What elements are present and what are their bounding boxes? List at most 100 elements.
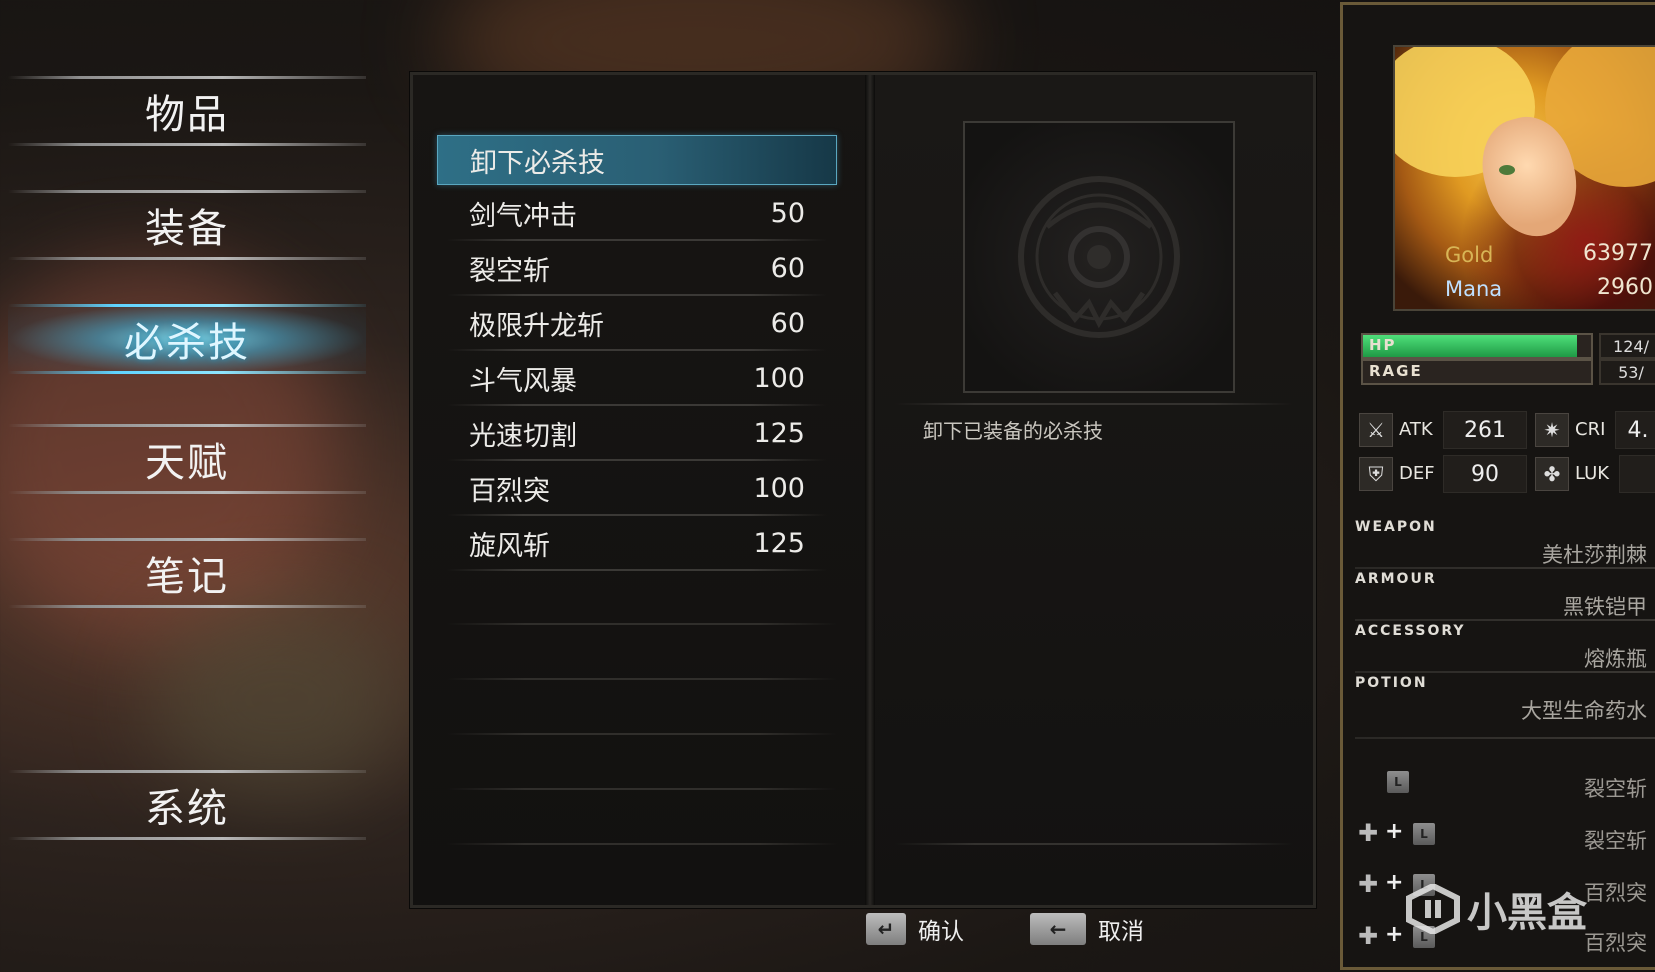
rage-bar: RAGE — [1361, 359, 1593, 385]
hp-label: HP — [1369, 336, 1397, 354]
skill-row[interactable]: 斗气风暴 100 — [437, 353, 837, 406]
skill-name: 极限升龙斩 — [469, 310, 604, 342]
potion-value[interactable]: 大型生命药水 — [1521, 695, 1647, 725]
combo-skill[interactable]: 裂空斩 — [1584, 825, 1647, 855]
crossed-swords-icon: ⚔ — [1359, 413, 1393, 447]
armour-label: ARMOUR — [1355, 571, 1437, 587]
menu-item-label: 必杀技 — [124, 320, 250, 366]
divider — [447, 843, 837, 845]
skill-row-unequip[interactable]: 卸下必杀技 — [437, 135, 837, 185]
skill-name: 剑气冲击 — [469, 200, 577, 232]
skill-row[interactable]: 光速切割 125 — [437, 408, 837, 461]
menu-item-label: 笔记 — [145, 554, 229, 600]
menu-item-label: 物品 — [145, 92, 229, 138]
skill-name: 光速切割 — [469, 420, 577, 452]
divider — [1355, 619, 1655, 621]
l-button-icon: L — [1387, 771, 1409, 793]
accessory-value[interactable]: 熔炼瓶 — [1584, 643, 1647, 673]
character-portrait: Gold 63977 Mana 2960 — [1393, 45, 1655, 311]
skill-name: 百烈突 — [469, 475, 550, 507]
armour-value[interactable]: 黑铁铠甲 — [1563, 591, 1647, 621]
watermark-logo-icon — [1406, 884, 1460, 934]
skill-name: 卸下必杀技 — [470, 147, 605, 179]
skill-name: 旋风斩 — [469, 530, 550, 562]
divider — [1355, 737, 1655, 739]
watermark-text: 小黑盒 — [1467, 890, 1587, 936]
dpad-icon: ✚ — [1357, 819, 1379, 847]
potion-label: POTION — [1355, 675, 1428, 691]
combo-skill[interactable]: 百烈突 — [1584, 877, 1647, 907]
combo-skill[interactable]: 百烈突 — [1584, 927, 1647, 957]
cancel-hint[interactable]: ← 取消 — [1030, 912, 1144, 946]
skill-row[interactable]: 极限升龙斩 60 — [437, 298, 837, 351]
gold-label: Gold — [1445, 243, 1494, 267]
character-panel: Gold 63977 Mana 2960 HP 124/ RAGE 53/ ⚔ … — [1340, 2, 1655, 970]
combo-skill[interactable]: 裂空斩 — [1584, 773, 1647, 803]
menu-item-notes[interactable]: 笔记 — [8, 538, 366, 608]
def-label: DEF — [1399, 463, 1435, 484]
plus-icon: + — [1385, 870, 1404, 895]
confirm-hint[interactable]: ↵ 确认 — [866, 912, 964, 946]
divider — [1355, 567, 1655, 569]
skill-row[interactable]: 剑气冲击 50 — [437, 188, 837, 241]
luk-label: LUK — [1575, 463, 1610, 484]
dpad-icon: ✚ — [1357, 922, 1379, 950]
accessory-label: ACCESSORY — [1355, 623, 1466, 639]
shield-icon: ⛨ — [1359, 457, 1393, 491]
skill-preview — [963, 121, 1235, 393]
divider — [447, 733, 837, 735]
divider — [895, 843, 1293, 845]
gold-value: 63977 — [1583, 241, 1653, 266]
emblem-icon — [1018, 176, 1180, 338]
rage-label: RAGE — [1369, 362, 1423, 380]
enter-key-icon: ↵ — [866, 913, 906, 945]
skill-cost: 125 — [753, 417, 805, 449]
skill-detail: 卸下已装备的必杀技 — [875, 75, 1313, 905]
skill-row[interactable]: 旋风斩 125 — [437, 518, 837, 571]
mana-label: Mana — [1445, 277, 1503, 301]
skill-name: 斗气风暴 — [469, 365, 577, 397]
luk-value — [1619, 455, 1655, 493]
clover-icon: ✤ — [1535, 457, 1569, 491]
menu-item-equipment[interactable]: 装备 — [8, 190, 366, 260]
hp-value: 124/ — [1599, 333, 1655, 359]
critical-icon: ✷ — [1535, 413, 1569, 447]
weapon-label: WEAPON — [1355, 519, 1437, 535]
divider — [865, 75, 875, 905]
menu-item-label: 系统 — [145, 786, 229, 832]
skill-cost: 60 — [770, 252, 805, 284]
cri-value: 4. — [1615, 411, 1655, 449]
backspace-key-icon: ← — [1030, 913, 1086, 945]
dpad-icon: ✚ — [1357, 870, 1379, 898]
skill-cost: 100 — [753, 362, 805, 394]
menu-item-items[interactable]: 物品 — [8, 76, 366, 146]
def-value: 90 — [1443, 455, 1527, 493]
menu-item-talents[interactable]: 天赋 — [8, 424, 366, 494]
divider — [895, 403, 1293, 405]
atk-value: 261 — [1443, 411, 1527, 449]
skill-cost: 125 — [753, 527, 805, 559]
skill-row[interactable]: 百烈突 100 — [437, 463, 837, 516]
skill-cost: 60 — [770, 307, 805, 339]
divider — [1355, 671, 1655, 673]
skill-description: 卸下已装备的必杀技 — [923, 419, 1103, 443]
skill-cost: 50 — [770, 197, 805, 229]
skill-row[interactable]: 裂空斩 60 — [437, 243, 837, 296]
cancel-label: 取消 — [1098, 919, 1144, 945]
divider — [447, 678, 837, 680]
plus-icon: + — [1385, 819, 1404, 844]
mana-value: 2960 — [1597, 275, 1653, 300]
menu-item-special-skills[interactable]: 必杀技 — [8, 304, 366, 374]
weapon-value[interactable]: 美杜莎荆棘 — [1542, 539, 1647, 569]
divider — [447, 623, 837, 625]
menu-item-system[interactable]: 系统 — [8, 770, 366, 840]
menu-item-label: 装备 — [145, 206, 229, 252]
plus-icon: + — [1385, 922, 1404, 947]
atk-label: ATK — [1399, 419, 1433, 440]
confirm-label: 确认 — [918, 919, 964, 945]
hp-bar: HP — [1361, 333, 1593, 359]
eye — [1499, 165, 1515, 175]
l-button-icon: L — [1413, 823, 1435, 845]
menu-item-label: 天赋 — [145, 440, 229, 486]
skill-cost: 100 — [753, 472, 805, 504]
